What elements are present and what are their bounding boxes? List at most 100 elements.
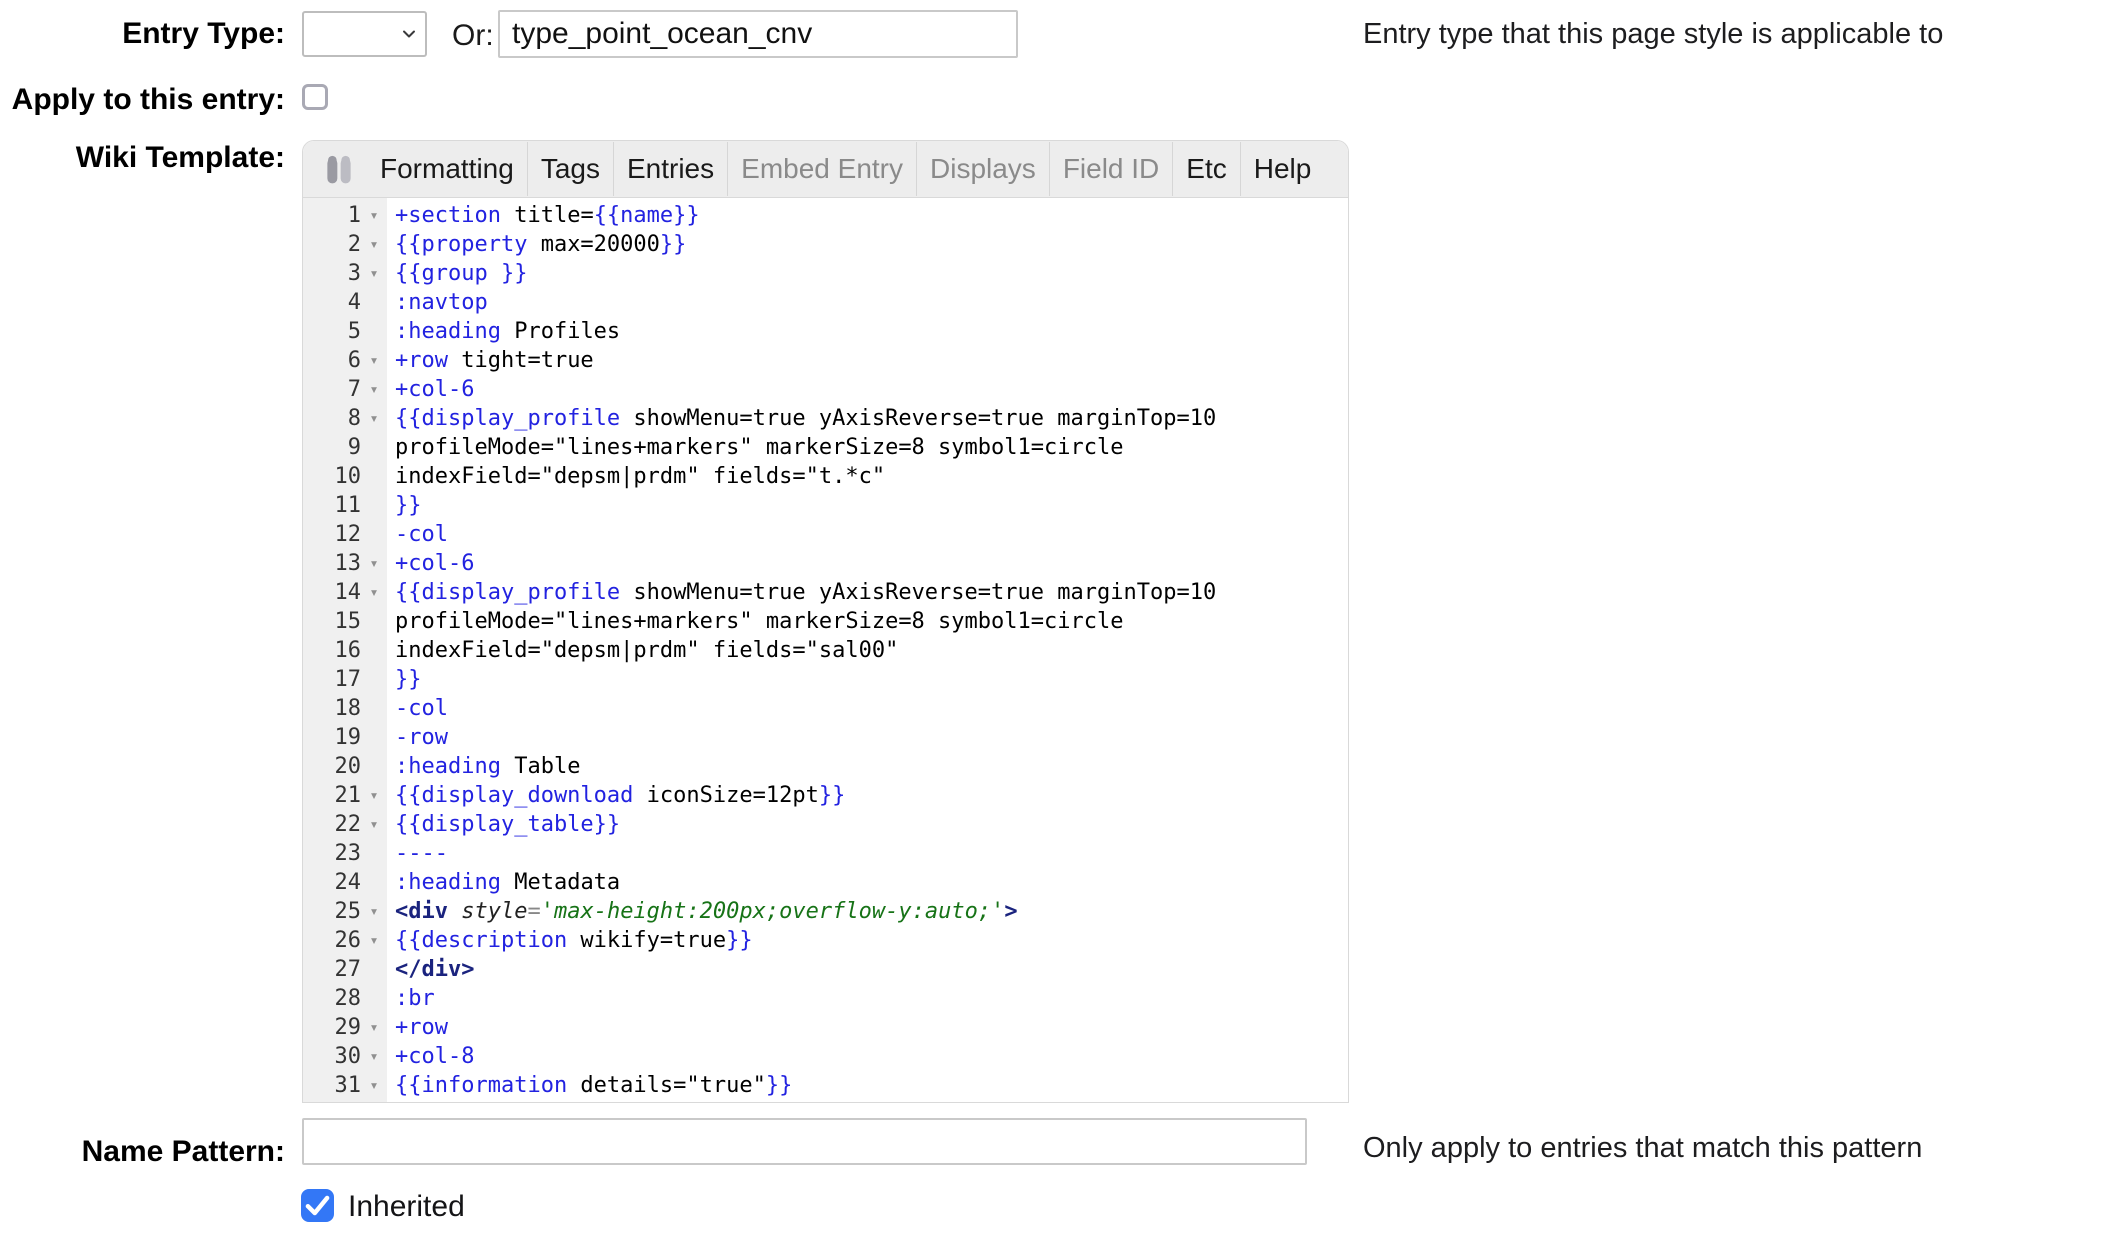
fold-arrow-icon[interactable]: ▾ [361, 578, 387, 607]
code-line[interactable]: 29▾+row [303, 1013, 1348, 1042]
line-number: 14 [303, 578, 361, 607]
binoculars-icon[interactable] [317, 152, 367, 186]
apply-checkbox[interactable] [302, 84, 328, 110]
code-line[interactable]: 31▾{{information details="true"}} [303, 1071, 1348, 1100]
fold-arrow-icon[interactable]: ▾ [361, 549, 387, 578]
line-content: +col-6 [387, 375, 474, 404]
line-number: 25 [303, 897, 361, 926]
fold-arrow-icon[interactable]: ▾ [361, 230, 387, 259]
line-content: {{information details="true"}} [387, 1071, 792, 1100]
code-line[interactable]: 16indexField="depsm|prdm" fields="sal00" [303, 636, 1348, 665]
fold-arrow-icon[interactable]: ▾ [361, 259, 387, 288]
line-number: 1 [303, 201, 361, 230]
name-pattern-input[interactable] [302, 1118, 1307, 1165]
page-style-form: Entry Type: Or: Entry type that this pag… [0, 0, 2104, 1240]
fold-arrow-icon[interactable]: ▾ [361, 810, 387, 839]
code-line[interactable]: 27</div> [303, 955, 1348, 984]
fold-spacer [361, 288, 387, 317]
code-line[interactable]: 25▾<div style='max-height:200px;overflow… [303, 897, 1348, 926]
line-number: 31 [303, 1071, 361, 1100]
code-line[interactable]: 26▾{{description wikify=true}} [303, 926, 1348, 955]
inherited-checkbox-wrap [301, 1189, 334, 1222]
line-number: 19 [303, 723, 361, 752]
code-line[interactable]: 9 profileMode="lines+markers" markerSize=… [303, 433, 1348, 462]
fold-arrow-icon[interactable]: ▾ [361, 201, 387, 230]
code-line[interactable]: 3▾{{group }} [303, 259, 1348, 288]
code-line[interactable]: 28 :br [303, 984, 1348, 1013]
line-number: 23 [303, 839, 361, 868]
line-content: -col [387, 520, 448, 549]
fold-spacer [361, 607, 387, 636]
code-line[interactable]: 18-col [303, 694, 1348, 723]
code-line[interactable]: 8▾{{display_profile showMenu=true yAxisR… [303, 404, 1348, 433]
line-content: profileMode="lines+markers" markerSize=8… [387, 433, 1123, 462]
line-number: 20 [303, 752, 361, 781]
tab-formatting[interactable]: Formatting [367, 142, 527, 196]
code-line[interactable]: 22▾{{display_table}} [303, 810, 1348, 839]
fold-arrow-icon[interactable]: ▾ [361, 781, 387, 810]
line-content: :heading Profiles [387, 317, 620, 346]
tab-tags[interactable]: Tags [527, 142, 613, 196]
inherited-checkbox[interactable] [301, 1189, 334, 1222]
fold-arrow-icon[interactable]: ▾ [361, 897, 387, 926]
code-line[interactable]: 2▾{{property max=20000}} [303, 230, 1348, 259]
fold-arrow-icon[interactable]: ▾ [361, 375, 387, 404]
code-line[interactable]: 4:navtop [303, 288, 1348, 317]
fold-spacer [361, 723, 387, 752]
line-content: +row tight=true [387, 346, 594, 375]
fold-arrow-icon[interactable]: ▾ [361, 1071, 387, 1100]
line-content: {{property max=20000}} [387, 230, 686, 259]
line-content: :heading Table [387, 752, 580, 781]
code-line[interactable]: 23 ---- [303, 839, 1348, 868]
code-line[interactable]: 11}} [303, 491, 1348, 520]
line-number: 3 [303, 259, 361, 288]
fold-arrow-icon[interactable]: ▾ [361, 926, 387, 955]
line-content: :br [387, 984, 435, 1013]
fold-arrow-icon[interactable]: ▾ [361, 346, 387, 375]
wiki-template-label: Wiki Template: [0, 138, 285, 178]
code-line[interactable]: 15profileMode="lines+markers" markerSize… [303, 607, 1348, 636]
line-content: ---- [387, 839, 448, 868]
code-line[interactable]: 10indexField="depsm|prdm" fields="t.*c" [303, 462, 1348, 491]
entry-type-help: Entry type that this page style is appli… [1363, 14, 1943, 54]
code-line[interactable]: 21▾{{display_download iconSize=12pt}} [303, 781, 1348, 810]
code-line[interactable]: 24:heading Metadata [303, 868, 1348, 897]
code-line[interactable]: 20 :heading Table [303, 752, 1348, 781]
name-pattern-label: Name Pattern: [0, 1132, 285, 1172]
code-line[interactable]: 7▾+col-6 [303, 375, 1348, 404]
fold-arrow-icon[interactable]: ▾ [361, 1042, 387, 1071]
line-number: 32 [303, 1100, 361, 1103]
code-line[interactable]: 13▾+col-6 [303, 549, 1348, 578]
code-line[interactable]: 1▾+section title={{name}} [303, 201, 1348, 230]
line-number: 7 [303, 375, 361, 404]
line-number: 18 [303, 694, 361, 723]
code-line[interactable]: 14▾{{display_profile showMenu=true yAxis… [303, 578, 1348, 607]
line-number: 13 [303, 549, 361, 578]
fold-spacer [361, 433, 387, 462]
fold-spacer [361, 955, 387, 984]
fold-spacer [361, 636, 387, 665]
line-number: 28 [303, 984, 361, 1013]
code-line[interactable]: 19-row [303, 723, 1348, 752]
code-area[interactable]: 1▾+section title={{name}}2▾{{property ma… [303, 198, 1348, 1103]
fold-arrow-icon[interactable]: ▾ [361, 404, 387, 433]
code-line[interactable]: 6▾+row tight=true [303, 346, 1348, 375]
line-content: }} [387, 491, 422, 520]
entry-type-select[interactable] [302, 11, 427, 57]
fold-arrow-icon[interactable]: ▾ [361, 1013, 387, 1042]
apply-label: Apply to this entry: [0, 80, 285, 120]
tab-etc[interactable]: Etc [1172, 142, 1239, 196]
code-line[interactable]: 17}} [303, 665, 1348, 694]
tab-entries[interactable]: Entries [613, 142, 727, 196]
tab-displays[interactable]: Displays [916, 142, 1049, 196]
code-line[interactable]: 12-col [303, 520, 1348, 549]
code-line[interactable]: 32{{ [303, 1100, 1348, 1103]
line-number: 9 [303, 433, 361, 462]
tab-embed-entry[interactable]: Embed Entry [727, 142, 916, 196]
tab-field-id[interactable]: Field ID [1049, 142, 1172, 196]
code-line[interactable]: 30▾+col-8 [303, 1042, 1348, 1071]
tab-help[interactable]: Help [1240, 142, 1325, 196]
fold-spacer [361, 984, 387, 1013]
code-line[interactable]: 5:heading Profiles [303, 317, 1348, 346]
entry-type-input[interactable] [498, 10, 1018, 58]
